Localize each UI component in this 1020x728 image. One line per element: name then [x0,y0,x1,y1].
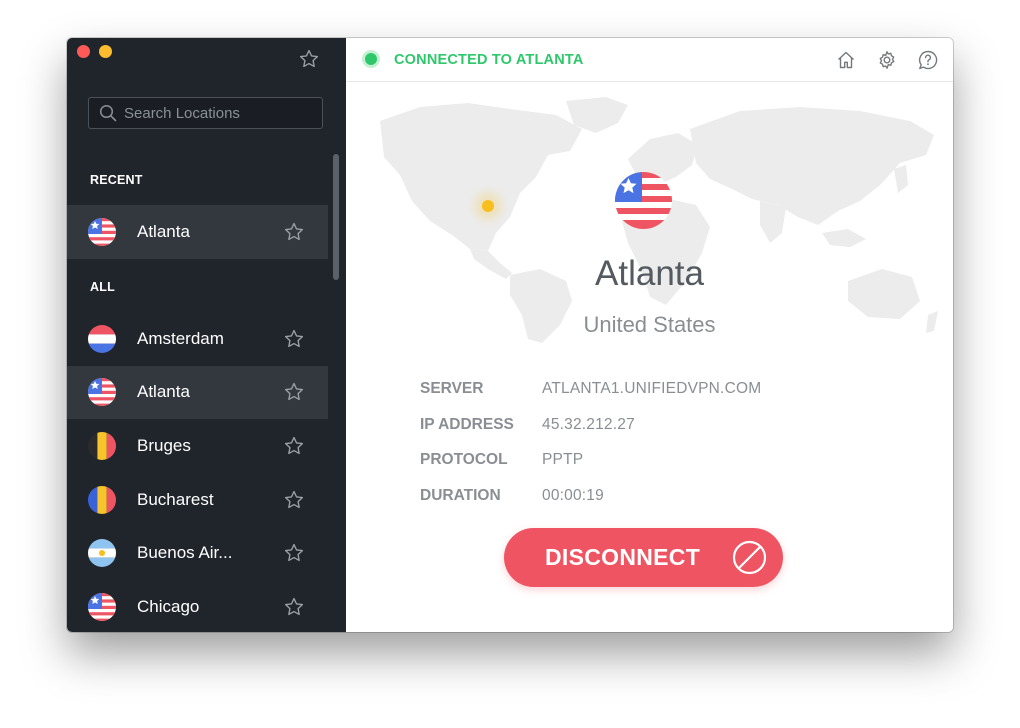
sidebar-scrollbar[interactable] [333,154,339,280]
connected-status-dot [365,53,377,65]
favorite-toggle[interactable] [283,542,305,564]
recent-section-label: RECENT [90,173,143,187]
location-name: Chicago [137,596,200,616]
location-row[interactable]: Chicago [67,580,328,632]
detail-value: 00:00:19 [542,486,604,504]
location-name: Amsterdam [137,328,224,348]
us-flag-icon [615,172,672,229]
location-name: Atlanta [137,221,190,241]
ro-flag-icon [88,485,116,514]
window-controls [77,45,112,58]
favorites-button[interactable] [298,48,320,70]
connected-country: United States [583,312,716,337]
favorite-toggle[interactable] [283,381,305,403]
detail-row-protocol: PROTOCOL PPTP [420,442,761,478]
recent-list: Atlanta [67,205,328,259]
location-row[interactable]: Atlanta [67,205,328,259]
star-icon [299,49,319,68]
disconnect-button[interactable]: DISCONNECT [504,528,783,587]
disconnect-label: DISCONNECT [545,544,701,570]
be-flag-icon [88,431,116,460]
detail-label: SERVER [420,379,484,397]
star-icon [284,329,304,347]
star-icon [284,544,304,562]
star-icon [284,383,304,401]
detail-label: IP ADDRESS [420,415,514,433]
detail-value: 45.32.212.27 [542,415,635,433]
toolbar [835,49,939,71]
location-row[interactable]: Atlanta [67,365,328,420]
favorite-toggle[interactable] [283,221,305,243]
favorite-toggle[interactable] [283,489,305,511]
detail-label: DURATION [420,486,501,504]
detail-label: PROTOCOL [420,451,508,469]
connected-city: Atlanta [595,254,704,293]
location-row[interactable]: Bruges [67,419,328,473]
location-row[interactable]: Buenos Air... [67,526,328,580]
current-location-marker [482,200,494,212]
location-name: Buenos Air... [137,543,233,563]
us-flag-icon [88,592,116,621]
ar-flag-icon [88,539,116,568]
close-window-button[interactable] [77,45,90,58]
app-window: RECENT Atlanta ALL Amsterdam Atlanta Bruge… [67,38,953,632]
minimize-window-button[interactable] [99,45,112,58]
location-name: Bucharest [137,489,214,509]
connection-status-text: CONNECTED TO ATLANTA [394,52,584,68]
favorite-toggle[interactable] [283,596,305,618]
favorite-toggle[interactable] [283,328,305,350]
location-name: Atlanta [137,382,190,402]
no-entry-icon [732,540,767,575]
star-icon [284,490,304,508]
star-icon [284,597,304,615]
status-bar: CONNECTED TO ATLANTA [346,38,953,82]
search-box [88,97,323,129]
us-flag-icon [88,217,116,246]
locations-list: Amsterdam Atlanta Bruges Bucharest Buenos Ai… [67,312,328,632]
location-name: Bruges [137,435,191,455]
detail-row-server: SERVER ATLANTA1.UNIFIEDVPN.COM [420,371,761,407]
search-input[interactable] [117,104,323,122]
all-section-label: ALL [90,280,115,294]
detail-row-ip: IP ADDRESS 45.32.212.27 [420,407,761,443]
detail-row-duration: DURATION 00:00:19 [420,478,761,514]
connection-details: SERVER ATLANTA1.UNIFIEDVPN.COM IP ADDRES… [420,371,761,514]
help-icon[interactable] [917,49,939,71]
star-icon [284,222,304,240]
detail-value: ATLANTA1.UNIFIEDVPN.COM [542,379,762,397]
star-icon [284,436,304,455]
favorite-toggle[interactable] [283,435,305,457]
detail-value: PPTP [542,451,584,469]
main-panel: CONNECTED TO ATLANTA Atlanta United Stat… [346,38,953,632]
nl-flag-icon [88,324,116,353]
search-icon [99,104,117,122]
location-row[interactable]: Amsterdam [67,312,328,366]
home-icon[interactable] [835,49,857,71]
location-row[interactable]: Bucharest [67,473,328,527]
us-flag-icon [88,378,116,407]
sidebar: RECENT Atlanta ALL Amsterdam Atlanta Bruge… [67,38,346,632]
gear-icon[interactable] [876,49,898,71]
